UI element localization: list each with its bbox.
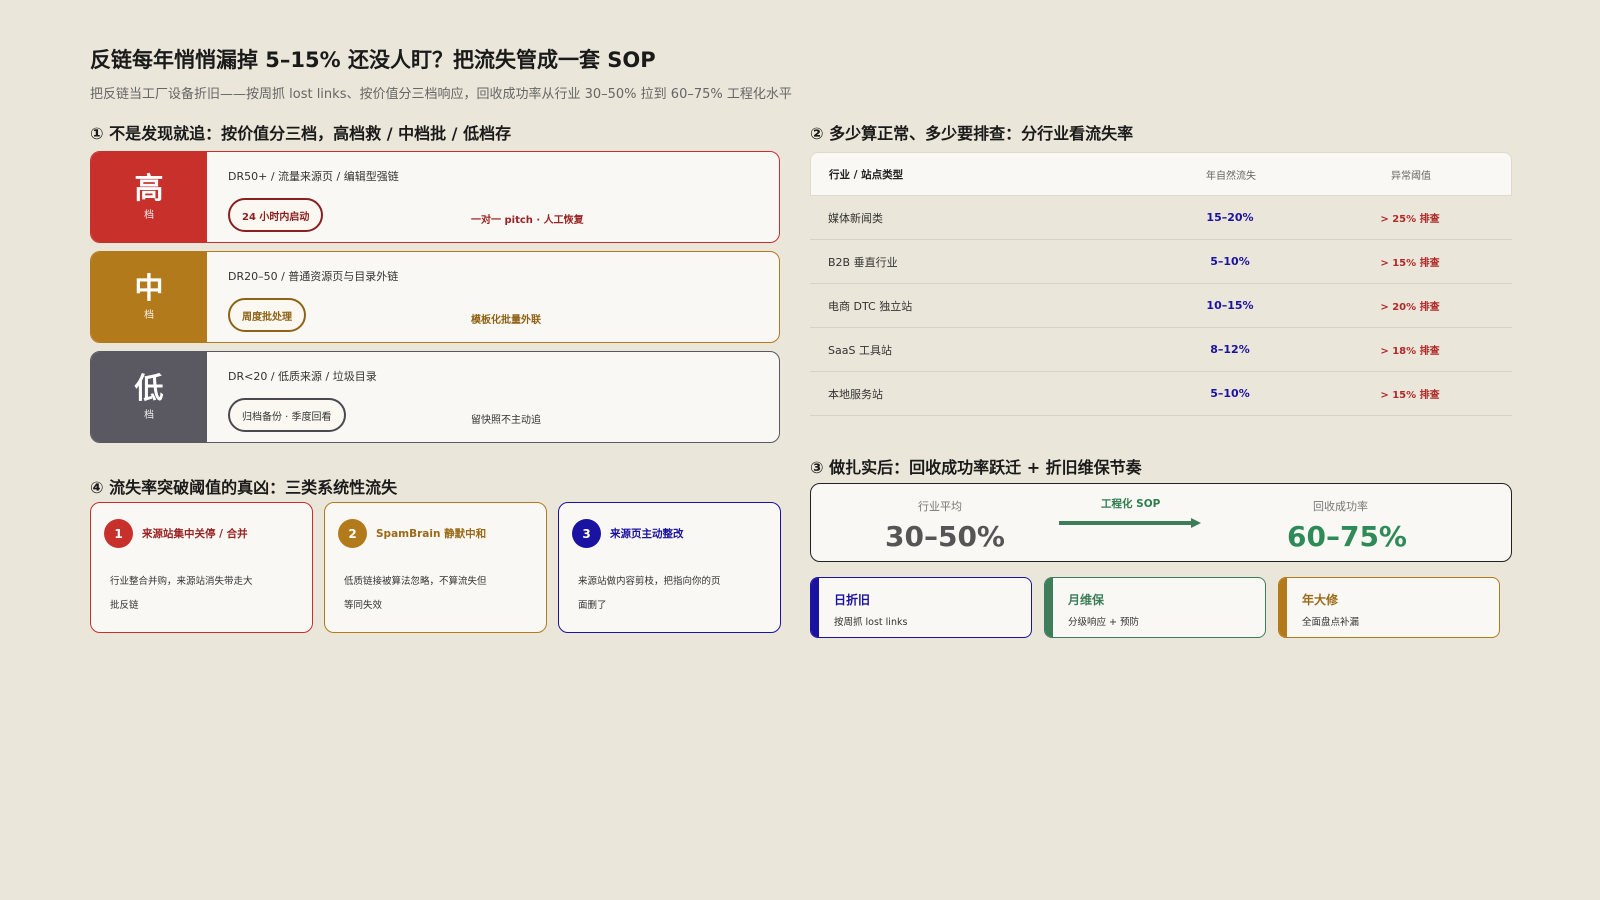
after-value: 60–75% [1287,520,1407,553]
cause-title: 来源页主动整改 [610,528,684,540]
section1-title: ① 不是发现就追：按价值分三档，高档救 / 中档批 / 低档存 [90,124,512,143]
cadence-title: 月维保 [1068,593,1105,607]
tier-high-small: 档 [144,210,154,222]
table-cell: 5–10% [1210,387,1250,400]
cause-number-badge: 3 [572,519,601,548]
table-cell: > 15% 排查 [1380,258,1440,269]
table-cell: > 15% 排查 [1380,390,1440,401]
tier-mid-desc: DR20–50 / 普通资源页与目录外链 [228,270,399,283]
cause-body: 低质链接被算法忽略，不算流失但等同失效 [344,576,487,611]
cadence-card-monthly: 月维保 分级响应 + 预防 [1044,577,1266,638]
table-row: B2B 垂直行业 5–10% > 15% 排查 [810,240,1512,284]
cause-card: 3 来源页主动整改 来源站做内容剪枝，把指向你的页面删了 [558,502,781,633]
cadence-sub: 按周抓 lost links [834,617,908,628]
cause-card: 2 SpamBrain 静默中和 低质链接被算法忽略，不算流失但等同失效 [324,502,547,633]
cadence-sub: 全面盘点补漏 [1302,617,1360,628]
tier-low-badge: 低 档 [91,352,207,442]
cause-number-badge: 2 [338,519,367,548]
tier-high-big: 高 [134,170,164,205]
before-label: 行业平均 [918,500,962,513]
cause-card: 1 来源站集中关停 / 合并 行业整合并购，来源站消失带走大批反链 [90,502,313,633]
tier-mid-pill: 周度批处理 [228,298,306,332]
table-row: SaaS 工具站 8–12% > 18% 排查 [810,328,1512,372]
after-label: 回收成功率 [1313,500,1368,513]
table-cell: > 18% 排查 [1380,346,1440,357]
cadence-sub: 分级响应 + 预防 [1068,617,1139,628]
tier-mid-action: 模板化批量外联 [471,315,541,326]
table-cell: B2B 垂直行业 [828,255,898,269]
cause-body: 来源站做内容剪枝，把指向你的页面删了 [578,576,721,611]
cadence-accent-bar [1045,578,1053,637]
table-header-cell: 年自然流失 [1206,170,1256,182]
tier-mid-big: 中 [134,270,164,305]
table-header-cell: 行业 / 站点类型 [829,168,904,181]
table-cell: 10–15% [1206,299,1254,312]
table-cell: > 20% 排查 [1380,302,1440,313]
tier-high-pill: 24 小时内启动 [228,198,324,232]
table-row: 本地服务站 5–10% > 15% 排查 [810,372,1512,416]
sop-label: 工程化 SOP [1101,498,1161,510]
table-row: 电商 DTC 独立站 10–15% > 20% 排查 [810,284,1512,328]
before-value: 30–50% [885,520,1005,553]
section2-title: ② 多少算正常、多少要排查：分行业看流失率 [810,124,1134,143]
table-cell: 15–20% [1206,211,1254,224]
cadence-title: 日折旧 [834,593,871,607]
tier-low-card: 低 档 DR<20 / 低质来源 / 垃圾目录 归档备份 · 季度回看 留快照不… [90,351,780,443]
tier-low-pill: 归档备份 · 季度回看 [228,398,346,432]
tier-low-big: 低 [134,370,164,405]
page-title: 反链每年悄悄漏掉 5–15% 还没人盯？把流失管成一套 SOP [90,48,656,72]
arrow-right-icon [1059,518,1201,528]
table-cell: SaaS 工具站 [828,343,892,357]
section4-title: ④ 流失率突破阈值的真凶：三类系统性流失 [90,478,398,497]
cause-number-badge: 1 [104,519,133,548]
table-cell: > 25% 排查 [1380,214,1440,225]
table-cell: 本地服务站 [828,387,883,401]
tier-mid-small: 档 [144,310,154,322]
tier-high-desc: DR50+ / 流量来源页 / 编辑型强链 [228,170,399,183]
table-header-cell: 异常阈值 [1391,170,1431,182]
cause-body: 行业整合并购，来源站消失带走大批反链 [110,576,253,611]
table-cell: 5–10% [1210,255,1250,268]
tier-mid-card: 中 档 DR20–50 / 普通资源页与目录外链 周度批处理 模板化批量外联 [90,251,780,343]
tier-low-action: 留快照不主动追 [471,415,541,426]
table-cell: 电商 DTC 独立站 [828,299,913,313]
tier-high-badge: 高 档 [91,152,207,242]
table-cell: 媒体新闻类 [828,211,883,225]
cadence-title: 年大修 [1302,593,1339,607]
table-header: 行业 / 站点类型 年自然流失 异常阈值 [810,152,1512,196]
cause-title: 来源站集中关停 / 合并 [142,528,248,540]
cadence-accent-bar [1279,578,1287,637]
tier-high-action: 一对一 pitch · 人工恢复 [471,215,584,226]
tier-high-card: 高 档 DR50+ / 流量来源页 / 编辑型强链 24 小时内启动 一对一 p… [90,151,780,243]
churn-table: 行业 / 站点类型 年自然流失 异常阈值 媒体新闻类 15–20% > 25% … [810,152,1512,416]
cadence-accent-bar [811,578,819,637]
table-row: 媒体新闻类 15–20% > 25% 排查 [810,196,1512,240]
cadence-card-daily: 日折旧 按周抓 lost links [810,577,1032,638]
cadence-card-yearly: 年大修 全面盘点补漏 [1278,577,1500,638]
section3-title: ③ 做扎实后：回收成功率跃迁 + 折旧维保节奏 [810,458,1142,477]
cause-title: SpamBrain 静默中和 [376,528,487,540]
tier-mid-badge: 中 档 [91,252,207,342]
recovery-comparison: 行业平均 30–50% 工程化 SOP 回收成功率 60–75% [810,483,1512,562]
table-cell: 8–12% [1210,343,1250,356]
page-subtitle: 把反链当工厂设备折旧——按周抓 lost links、按价值分三档响应，回收成功… [90,87,792,102]
tier-low-desc: DR<20 / 低质来源 / 垃圾目录 [228,370,377,383]
tier-low-small: 档 [144,410,154,422]
